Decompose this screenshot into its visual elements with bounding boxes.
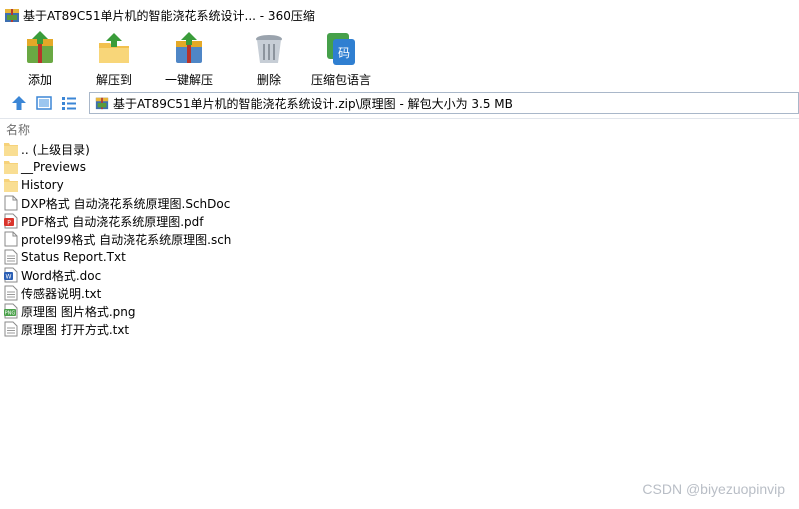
extract-to-icon (99, 33, 129, 63)
navigation-bar: 基于AT89C51单片机的智能浇花系统设计.zip\原理图 - 解包大小为 3.… (0, 90, 799, 116)
extract-to-label: 解压到 (96, 73, 133, 87)
toolbar: 添加 解压到 一键解压 删除 码 压缩包语言 (0, 30, 799, 90)
column-header: 名称 (0, 119, 799, 139)
file-row-parent-dir[interactable]: .. (上级目录) (0, 140, 799, 158)
add-button[interactable]: 添加 (22, 30, 58, 88)
delete-button[interactable]: 删除 (251, 30, 287, 88)
file-row-history[interactable]: History (0, 176, 799, 194)
svg-text:码: 码 (338, 46, 350, 60)
file-name: 原理图 图片格式.png (21, 304, 136, 319)
document-icon (4, 231, 18, 247)
file-row-previews[interactable]: __Previews (0, 158, 799, 176)
file-name: .. (上级目录) (21, 142, 90, 157)
address-path: 基于AT89C51单片机的智能浇花系统设计.zip\原理图 - 解包大小为 3.… (113, 96, 513, 111)
file-list: .. (上级目录) __Previews History DXP格式 自动浇花系… (0, 140, 799, 338)
folder-icon (4, 179, 18, 192)
window-title: 基于AT89C51单片机的智能浇花系统设计... - 360压缩 (23, 8, 315, 23)
archive-language-icon: 码 (327, 33, 355, 65)
archive-icon (95, 97, 109, 110)
svg-text:W: W (6, 274, 12, 281)
one-click-extract-button[interactable]: 一键解压 (165, 30, 213, 88)
folder-icon (4, 161, 18, 174)
file-name: Word格式.doc (21, 268, 102, 283)
document-icon (4, 195, 18, 211)
file-name: 传感器说明.txt (21, 286, 102, 301)
file-row-schdoc[interactable]: DXP格式 自动浇花系统原理图.SchDoc (0, 194, 799, 212)
one-click-extract-label: 一键解压 (165, 73, 214, 87)
add-label: 添加 (27, 73, 52, 87)
archive-icon (5, 9, 19, 22)
svg-text:PNG: PNG (5, 311, 16, 317)
word-doc-icon: W (4, 267, 18, 283)
watermark: CSDN @biyezuopinvip (642, 481, 785, 497)
image-file-icon: PNG (4, 303, 18, 319)
extract-to-button[interactable]: 解压到 (96, 30, 132, 88)
archive-language-button[interactable]: 码 压缩包语言 (311, 30, 371, 88)
address-bar[interactable]: 基于AT89C51单片机的智能浇花系统设计.zip\原理图 - 解包大小为 3.… (89, 92, 799, 114)
file-name: Status Report.Txt (21, 250, 126, 264)
file-row-open-method-txt[interactable]: 原理图 打开方式.txt (0, 320, 799, 338)
pdf-icon: P (4, 213, 18, 229)
add-icon (27, 31, 53, 63)
file-row-word[interactable]: W Word格式.doc (0, 266, 799, 284)
text-file-icon (4, 285, 18, 301)
file-name: History (21, 178, 64, 192)
thumbnail-view-icon[interactable] (35, 94, 53, 112)
delete-label: 删除 (256, 73, 281, 87)
text-file-icon (4, 249, 18, 265)
file-row-status-report[interactable]: Status Report.Txt (0, 248, 799, 266)
archive-language-label: 压缩包语言 (311, 73, 372, 87)
file-row-sensor-txt[interactable]: 传感器说明.txt (0, 284, 799, 302)
folder-icon (4, 143, 18, 156)
name-column-header[interactable]: 名称 (6, 121, 30, 138)
file-row-pdf[interactable]: P PDF格式 自动浇花系统原理图.pdf (0, 212, 799, 230)
file-row-png[interactable]: PNG 原理图 图片格式.png (0, 302, 799, 320)
file-name: 原理图 打开方式.txt (21, 322, 130, 337)
file-name: __Previews (21, 160, 86, 174)
up-arrow-icon[interactable] (10, 94, 28, 112)
delete-icon (256, 35, 282, 63)
title-bar: 基于AT89C51单片机的智能浇花系统设计... - 360压缩 (0, 0, 799, 30)
file-row-sch[interactable]: protel99格式 自动浇花系统原理图.sch (0, 230, 799, 248)
file-name: DXP格式 自动浇花系统原理图.SchDoc (21, 196, 231, 211)
one-click-extract-icon (176, 32, 202, 63)
text-file-icon (4, 321, 18, 337)
svg-text:P: P (7, 220, 11, 227)
file-name: protel99格式 自动浇花系统原理图.sch (21, 232, 232, 247)
list-view-icon[interactable] (60, 94, 78, 112)
file-name: PDF格式 自动浇花系统原理图.pdf (21, 214, 204, 229)
